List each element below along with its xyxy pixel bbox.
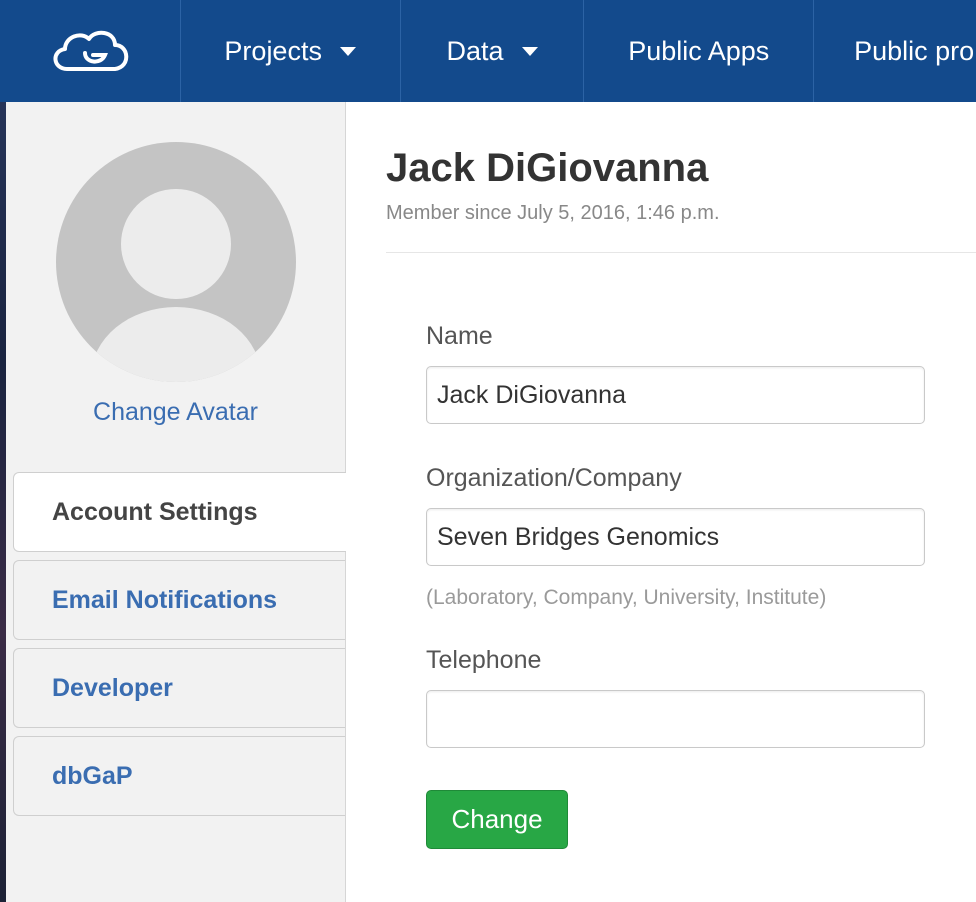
account-settings-panel: Jack DiGiovanna Member since July 5, 201…: [346, 102, 976, 902]
tab-account-settings[interactable]: Account Settings: [13, 472, 346, 552]
home-logo-link[interactable]: [0, 0, 181, 102]
tab-email-notifications[interactable]: Email Notifications: [13, 560, 345, 640]
nav-public-projects-label: Public pro: [854, 35, 975, 66]
avatar-head-shape: [121, 189, 231, 299]
tab-dbgap-label: dbGaP: [52, 761, 133, 790]
telephone-label: Telephone: [426, 646, 542, 674]
tab-developer-label: Developer: [52, 673, 173, 702]
avatar: [56, 142, 296, 382]
organization-label: Organization/Company: [426, 464, 682, 492]
organization-field[interactable]: [426, 508, 925, 566]
divider: [386, 252, 976, 253]
cloud-logo-icon: [53, 30, 129, 71]
nav-public-apps-label: Public Apps: [628, 35, 770, 66]
nav-public-projects[interactable]: Public pro: [814, 0, 976, 102]
nav-projects-label: Projects: [224, 35, 322, 66]
nav-data[interactable]: Data: [401, 0, 585, 102]
avatar-body-shape: [91, 307, 261, 382]
top-navbar: Projects Data Public Apps Public pro: [0, 0, 976, 102]
change-button[interactable]: Change: [426, 790, 568, 849]
tab-email-notifications-label: Email Notifications: [52, 585, 278, 614]
page-title: Jack DiGiovanna: [386, 146, 709, 190]
organization-help-text: (Laboratory, Company, University, Instit…: [426, 586, 827, 609]
name-label: Name: [426, 322, 493, 350]
tab-account-settings-label: Account Settings: [52, 497, 258, 526]
change-avatar-link[interactable]: Change Avatar: [6, 398, 345, 427]
chevron-down-icon: [521, 46, 538, 56]
nav-data-label: Data: [446, 35, 504, 66]
nav-public-apps[interactable]: Public Apps: [584, 0, 815, 102]
chevron-down-icon: [339, 46, 356, 56]
telephone-field[interactable]: [426, 690, 925, 748]
nav-projects[interactable]: Projects: [181, 0, 401, 102]
member-since-text: Member since July 5, 2016, 1:46 p.m.: [386, 202, 720, 224]
tab-developer[interactable]: Developer: [13, 648, 345, 728]
settings-sidebar: Change Avatar Account Settings Email Not…: [6, 102, 346, 902]
name-field[interactable]: [426, 366, 925, 424]
tab-dbgap[interactable]: dbGaP: [13, 736, 345, 816]
